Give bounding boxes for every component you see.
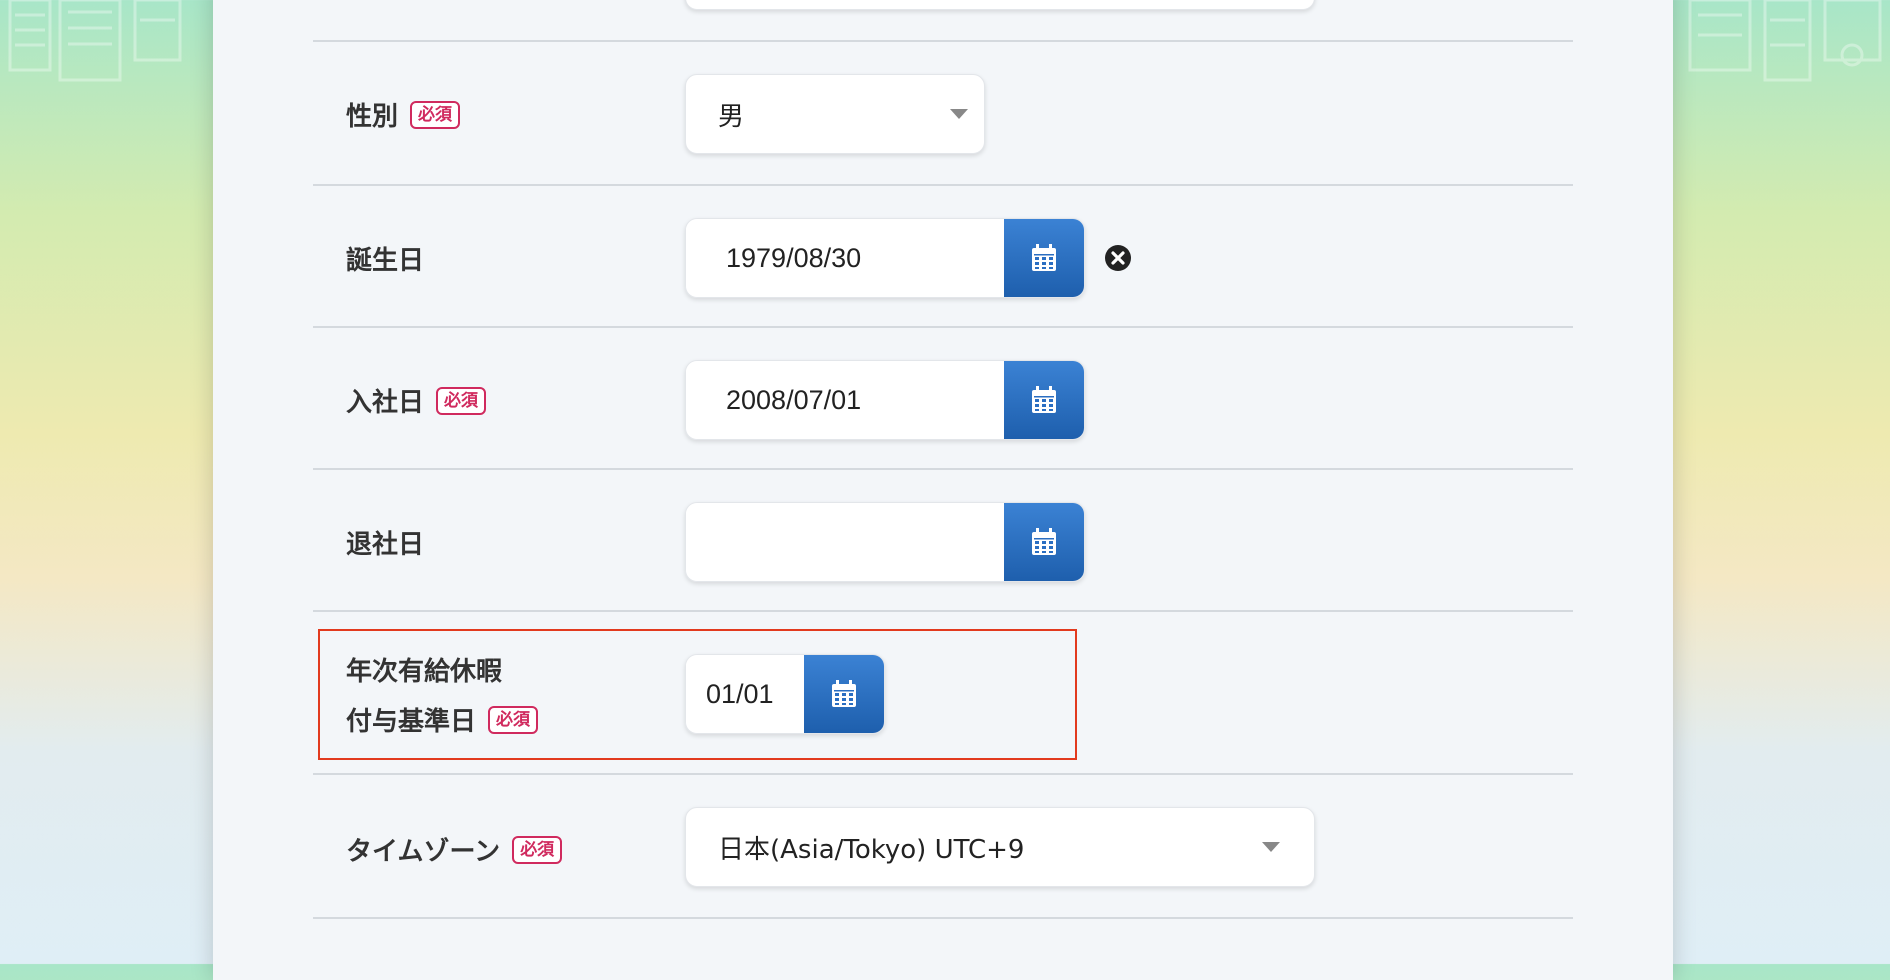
birthday-calendar-button[interactable] — [1004, 219, 1084, 297]
required-badge: 必須 — [512, 835, 563, 864]
calendar-icon — [1032, 386, 1056, 413]
gender-value: 男 — [718, 101, 745, 132]
row-divider — [313, 326, 1573, 328]
birthday-input[interactable]: 1979/08/30 — [686, 219, 1004, 297]
timezone-value: 日本(Asia/Tokyo) UTC+9 — [718, 834, 1025, 865]
top-partial-field[interactable] — [685, 0, 1315, 10]
required-badge: 必須 — [410, 100, 461, 129]
paid-leave-date-input[interactable]: 01/01 — [686, 655, 804, 733]
join-date-calendar-button[interactable] — [1004, 361, 1084, 439]
calendar-icon — [1032, 528, 1056, 555]
birthday-label: 誕生日 — [346, 246, 425, 276]
leave-date-input[interactable] — [686, 503, 1004, 581]
row-divider — [313, 610, 1573, 612]
gender-label: 性別 必須 — [346, 96, 461, 133]
paid-leave-date-field: 01/01 — [685, 654, 885, 734]
caret-down-icon — [950, 109, 968, 119]
timezone-select[interactable]: 日本(Asia/Tokyo) UTC+9 — [685, 807, 1315, 887]
row-divider — [313, 917, 1573, 919]
required-badge: 必須 — [436, 386, 487, 415]
calendar-icon — [1032, 244, 1056, 271]
leave-date-calendar-button[interactable] — [1004, 503, 1084, 581]
caret-down-icon — [1262, 842, 1280, 852]
paid-leave-label-line2: 付与基準日 必須 — [346, 701, 539, 738]
leave-date-label: 退社日 — [346, 530, 425, 560]
timezone-label: タイムゾーン 必須 — [346, 831, 563, 868]
row-divider — [313, 184, 1573, 186]
leave-date-field — [685, 502, 1085, 582]
join-date-input[interactable]: 2008/07/01 — [686, 361, 1004, 439]
row-divider — [313, 773, 1573, 775]
calendar-icon — [832, 680, 856, 707]
row-divider — [313, 40, 1573, 42]
gender-select[interactable]: 男 — [685, 74, 985, 154]
required-badge: 必須 — [488, 705, 539, 734]
join-date-field: 2008/07/01 — [685, 360, 1085, 440]
close-circle-icon[interactable] — [1104, 244, 1132, 272]
paid-leave-calendar-button[interactable] — [804, 655, 884, 733]
city-skyline-decoration — [8, 0, 182, 82]
join-date-label: 入社日 必須 — [346, 382, 487, 419]
city-skyline-decoration — [1688, 0, 1882, 82]
row-divider — [313, 468, 1573, 470]
paid-leave-label-line1: 年次有給休暇 — [346, 657, 503, 687]
birthday-date-field: 1979/08/30 — [685, 218, 1085, 298]
